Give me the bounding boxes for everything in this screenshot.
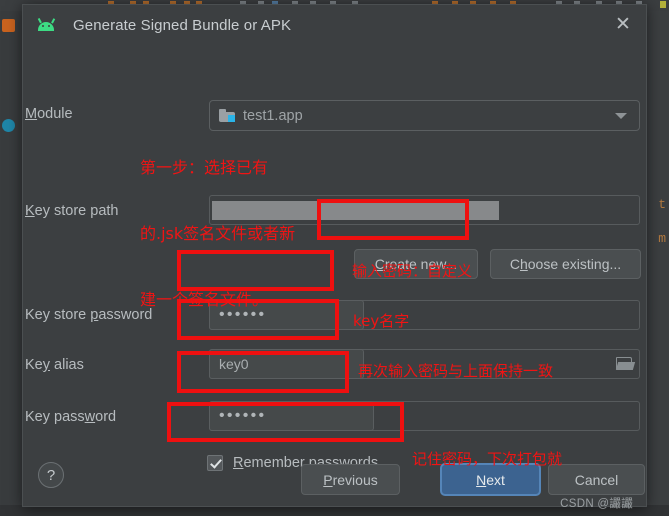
screenshot-root: t m Generate Signed Bundle or APK ✕ Modu… <box>0 0 669 516</box>
key-password-label: Key password <box>25 409 116 425</box>
module-value: test1.app <box>243 107 303 124</box>
choose-existing-label-pre: C <box>509 256 520 272</box>
cancel-button[interactable]: Cancel <box>548 464 645 495</box>
choose-existing-label-rest: oose existing... <box>527 256 622 272</box>
keystore-path-label-rest: ey store path <box>34 203 119 219</box>
open-folder-icon[interactable] <box>615 356 636 370</box>
key-password-label-pre: Key pass <box>25 409 85 425</box>
key-alias-label-pre: Ke <box>25 357 43 373</box>
next-label-rest: ext <box>486 471 505 488</box>
choose-existing-button[interactable]: Ch oose existing... <box>490 249 641 279</box>
next-mnemonic: N <box>476 471 487 488</box>
keystore-password-label: Key store password <box>25 307 152 323</box>
close-icon[interactable]: ✕ <box>613 15 633 35</box>
ide-editor-text-2: m <box>658 231 666 246</box>
keystore-password-value: •••••• <box>219 306 267 323</box>
dialog-titlebar: Generate Signed Bundle or APK ✕ <box>23 5 646 45</box>
create-new-button[interactable]: Create new... <box>354 249 478 279</box>
key-alias-input[interactable]: key0 <box>209 349 364 379</box>
android-robot-icon <box>36 17 56 33</box>
key-password-value: •••••• <box>219 407 267 424</box>
next-button[interactable]: Next <box>440 463 541 496</box>
module-label-mnemonic: M <box>25 106 38 122</box>
keystore-path-label-mnemonic: K <box>25 203 35 219</box>
previous-label-rest: revious <box>332 471 378 488</box>
csdn-watermark: CSDN @讝讝 <box>560 498 633 510</box>
keystore-path-redaction <box>212 201 499 220</box>
key-alias-mnemonic: y <box>42 357 50 373</box>
ide-editor-text-1: t <box>658 197 666 212</box>
keystore-path-label: Key store path <box>25 203 119 219</box>
create-new-label-rest: reate new... <box>384 256 458 272</box>
key-alias-label-post: alias <box>50 357 84 373</box>
remember-passwords-mnemonic: R <box>233 455 244 471</box>
folder-module-icon <box>219 109 235 122</box>
key-alias-label: Key alias <box>25 357 84 373</box>
dialog-title: Generate Signed Bundle or APK <box>73 16 292 34</box>
key-password-input[interactable]: •••••• <box>209 401 374 431</box>
create-new-mnemonic: C <box>374 256 385 272</box>
key-password-mnemonic: w <box>84 409 96 425</box>
choose-existing-mnemonic: h <box>519 256 528 272</box>
ide-rail-icon-teal[interactable] <box>2 119 15 132</box>
key-alias-value: key0 <box>219 356 249 372</box>
module-label-rest: odule <box>37 106 73 122</box>
help-button[interactable]: ? <box>38 462 64 488</box>
key-password-label-post: ord <box>95 409 117 425</box>
keystore-password-label-pre: Key store <box>25 307 91 323</box>
ide-rail-icon-orange[interactable] <box>2 19 15 32</box>
ide-left-rail <box>0 11 22 516</box>
previous-mnemonic: P <box>323 471 333 488</box>
keystore-password-label-post: assword <box>98 307 153 323</box>
generate-signed-bundle-dialog: Generate Signed Bundle or APK ✕ Module t… <box>22 4 647 510</box>
previous-button[interactable]: Previous <box>301 464 400 495</box>
chevron-down-icon <box>615 112 627 119</box>
module-label: Module <box>25 106 73 122</box>
checkbox-checked-icon <box>207 455 223 471</box>
module-dropdown[interactable]: test1.app <box>209 100 640 131</box>
keystore-password-input[interactable]: •••••• <box>209 300 364 330</box>
